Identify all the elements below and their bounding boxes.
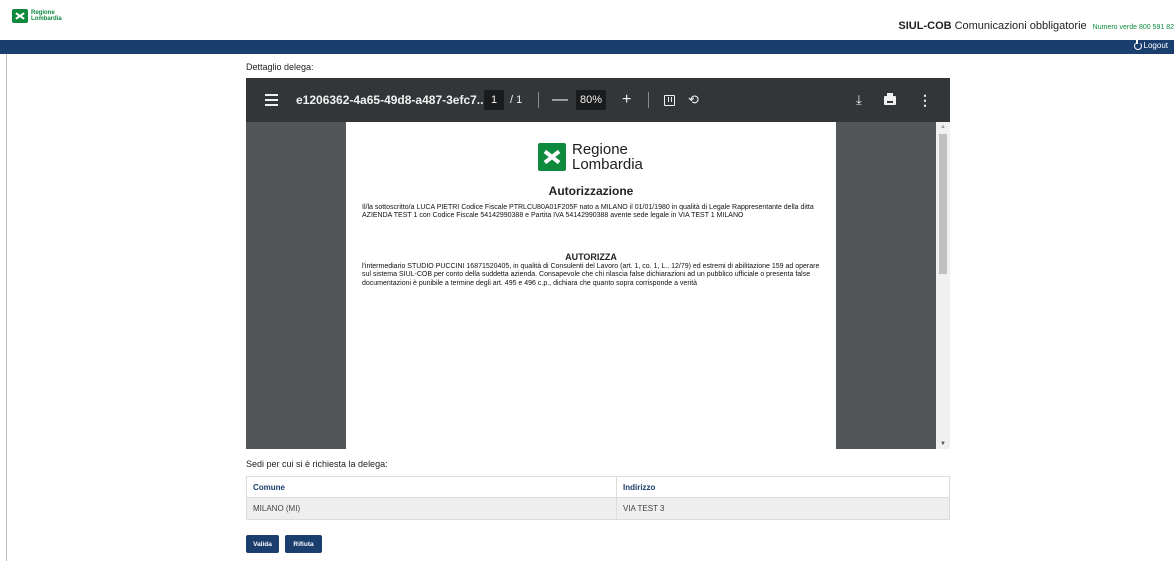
document-subtitle: AUTORIZZA — [565, 252, 617, 262]
sedi-table: Comune Indirizzo MILANO (MI) VIA TEST 3 — [246, 476, 950, 520]
zoom-in-icon[interactable]: + — [622, 78, 631, 122]
validate-button[interactable]: Valida — [246, 535, 279, 553]
left-divider — [6, 54, 7, 561]
reject-button[interactable]: Rifiuta — [285, 535, 322, 553]
toolbar-separator — [538, 92, 539, 108]
document-logo-text: Regione Lombardia — [572, 141, 643, 173]
print-icon[interactable] — [884, 78, 896, 122]
nav-bar: Logout — [0, 39, 1174, 54]
more-options-icon[interactable]: ⋮ — [918, 78, 932, 122]
document-title: Autorizzazione — [548, 184, 634, 198]
pdf-toolbar: e1206362-4a65-49d8-a487-3efc7... 1 / 1 —… — [246, 78, 950, 122]
pdf-scrollbar[interactable]: ▲ ▼ — [936, 122, 950, 449]
zoom-out-icon[interactable]: — — [552, 78, 568, 122]
page-number-input[interactable]: 1 — [484, 90, 504, 110]
page-total: / 1 — [510, 94, 523, 106]
pdf-page: Regione Lombardia Autorizzazione Il/la s… — [346, 122, 836, 449]
zoom-input[interactable]: 80% — [576, 90, 606, 110]
logout-link[interactable]: Logout — [1133, 39, 1168, 50]
table-header-row: Comune Indirizzo — [246, 476, 950, 498]
app-title-subtitle: Comunicazioni obbligatorie — [954, 20, 1087, 32]
top-header: Regione Lombardia SIUL-COB Comunicazioni … — [0, 0, 1174, 40]
fit-page-icon[interactable] — [664, 78, 675, 122]
column-header-indirizzo: Indirizzo — [616, 476, 950, 498]
logout-label: Logout — [1143, 41, 1168, 50]
scroll-down-arrow-icon[interactable]: ▼ — [940, 441, 946, 447]
pdf-file-name: e1206362-4a65-49d8-a487-3efc7... — [296, 93, 487, 107]
regione-lombardia-logo-mark-icon — [12, 9, 28, 23]
document-paragraph: l'intermediario STUDIO PUCCINI 168715204… — [362, 263, 820, 287]
regione-lombardia-logo-mark-icon — [538, 143, 566, 171]
column-header-comune: Comune — [246, 476, 617, 498]
scroll-thumb[interactable] — [939, 134, 947, 274]
toll-free-number: Numero verde 800 591 82 — [1092, 24, 1174, 31]
regione-lombardia-logo[interactable]: Regione Lombardia — [12, 9, 62, 23]
document-paragraph: Il/la sottoscritto/a LUCA PIETRI Codice … — [362, 204, 814, 220]
cell-comune: MILANO (MI) — [246, 497, 617, 520]
sedi-label: Sedi per cui si è richiesta la delega: — [246, 459, 388, 469]
cell-indirizzo: VIA TEST 3 — [616, 497, 950, 520]
download-icon[interactable]: ⤓ — [856, 78, 862, 122]
logo-text: Regione Lombardia — [31, 10, 62, 22]
power-icon — [1133, 39, 1142, 50]
table-row: MILANO (MI) VIA TEST 3 — [246, 497, 950, 520]
scroll-up-arrow-icon[interactable]: ▲ — [940, 124, 946, 130]
document-logo: Regione Lombardia — [538, 142, 643, 172]
app-title-name: SIUL-COB — [898, 20, 952, 32]
detail-label: Dettaglio delega: — [246, 62, 314, 72]
pdf-viewer[interactable]: e1206362-4a65-49d8-a487-3efc7... 1 / 1 —… — [246, 78, 950, 449]
menu-icon[interactable] — [264, 78, 278, 122]
rotate-icon[interactable]: ⟲ — [688, 78, 699, 122]
app-title: SIUL-COB Comunicazioni obbligatorie Numero… — [898, 20, 1174, 32]
toolbar-separator — [648, 92, 649, 108]
